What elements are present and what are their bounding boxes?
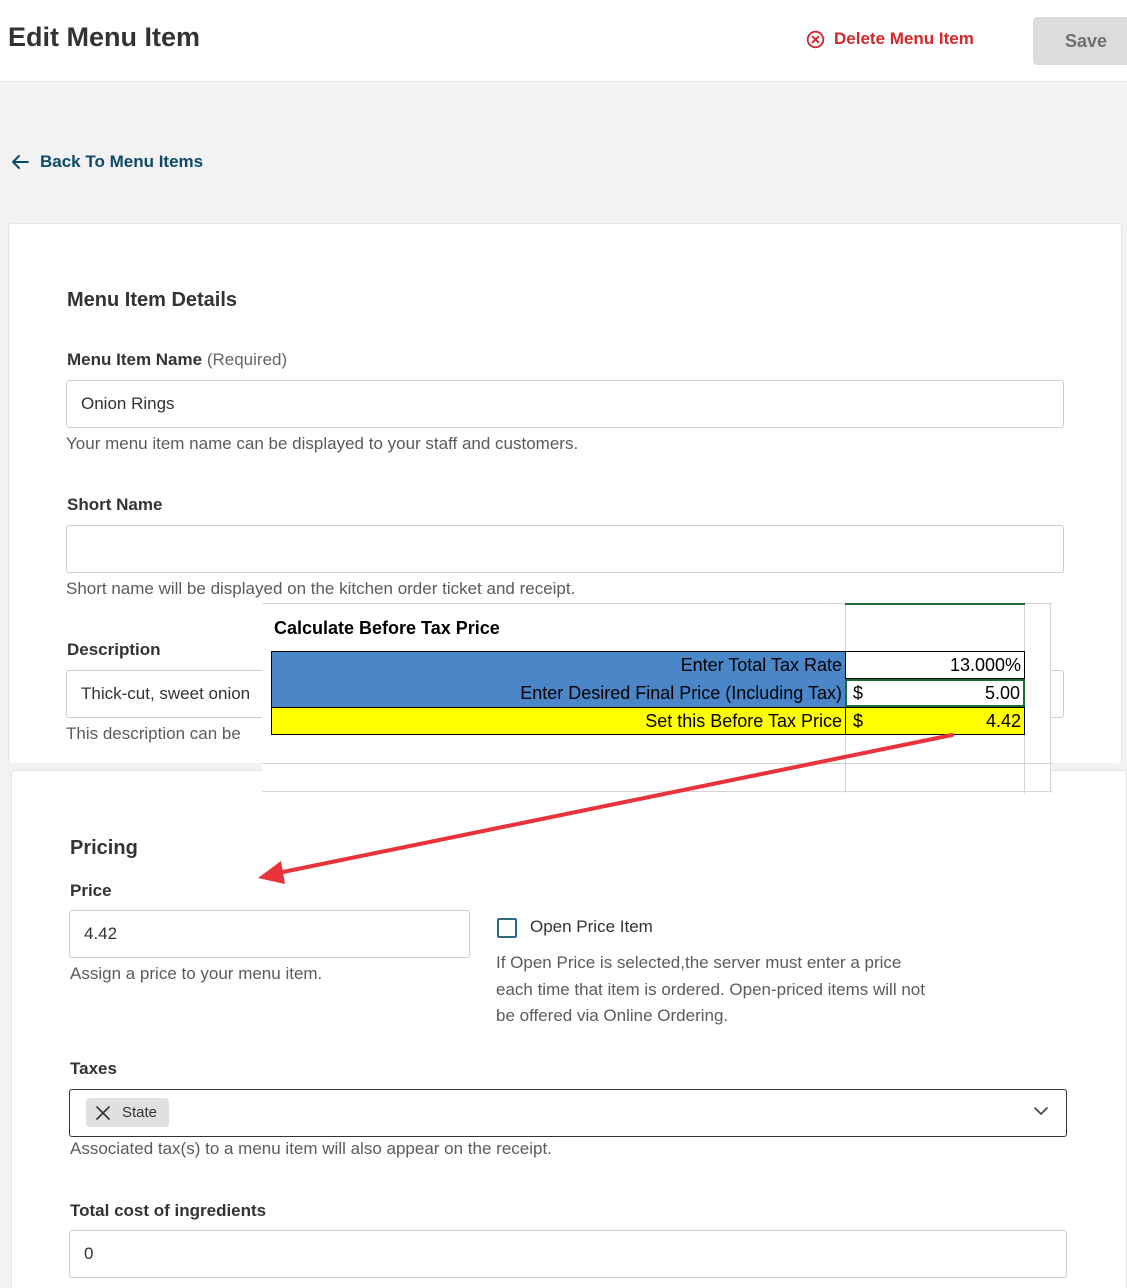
close-icon[interactable] <box>96 1105 110 1120</box>
open-price-checkbox[interactable] <box>497 918 517 938</box>
price-input[interactable]: 4.42 <box>69 910 470 958</box>
open-price-help-line-1: If Open Price is selected,the server mus… <box>496 953 902 972</box>
open-price-label: Open Price Item <box>530 917 653 936</box>
ingredient-cost-label: Total cost of ingredients <box>70 1201 267 1220</box>
taxes-help: Associated tax(s) to a menu item will al… <box>70 1139 552 1158</box>
taxes-select[interactable] <box>69 1089 1067 1137</box>
open-price-help-line-3: be offered via Online Ordering. <box>496 1006 729 1025</box>
tax-chip-state: State <box>86 1098 170 1127</box>
open-price-help-line-2: each time that item is ordered. Open-pri… <box>496 980 925 999</box>
chevron-down-icon[interactable] <box>1034 1106 1048 1116</box>
price-help: Assign a price to your menu item. <box>70 964 323 983</box>
price-label: Price <box>70 881 112 900</box>
tax-chip-label: State <box>122 1104 158 1121</box>
pricing-section-title: Pricing <box>70 837 138 859</box>
ingredient-cost-input[interactable]: 0 <box>69 1230 1067 1278</box>
taxes-label: Taxes <box>70 1059 117 1078</box>
